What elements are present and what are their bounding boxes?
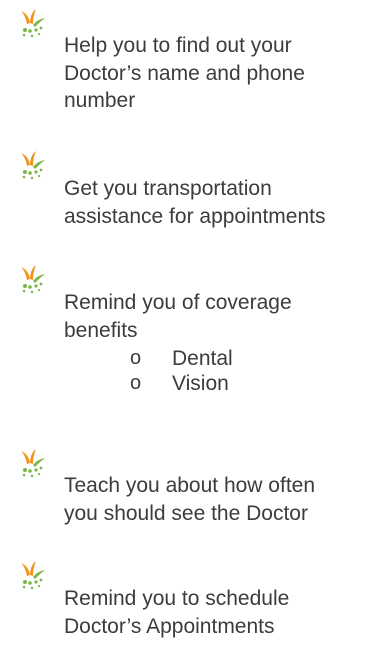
sublist-item-label: Vision <box>172 372 229 395</box>
bullet-line: Doctor’s Appointments <box>64 614 275 638</box>
circle-bullet-marker: o <box>130 372 142 394</box>
bullet-text: Help you to find out your Doctor’s name … <box>64 32 364 115</box>
bullet-line: benefits <box>64 318 138 342</box>
sublist-item-vision: o Vision <box>130 371 330 396</box>
starburst-bullet-icon <box>21 9 45 38</box>
bullet-text: Get you transportation assistance for ap… <box>64 175 364 230</box>
starburst-bullet-icon <box>21 265 45 294</box>
starburst-bullet-icon <box>21 561 45 590</box>
bullet-line: you should see the Doctor <box>64 501 308 525</box>
circle-bullet-marker: o <box>130 347 142 369</box>
starburst-bullet-icon <box>21 449 45 478</box>
bullet-line: Doctor’s name and phone <box>64 61 305 85</box>
sublist-item-dental: o Dental <box>130 346 330 371</box>
bullet-text: Teach you about how often you should see… <box>64 472 364 527</box>
sublist-item-label: Dental <box>172 347 233 370</box>
bullet-line: assistance for appointments <box>64 204 326 228</box>
bullet-line: Help you to find out your <box>64 34 292 57</box>
bullet-line: Get you transportation <box>64 177 272 200</box>
bullet-text: Remind you of coverage benefits <box>64 289 364 344</box>
starburst-bullet-icon <box>21 151 45 180</box>
bullet-line: Remind you to schedule <box>64 587 290 610</box>
coverage-sublist: o Dental o Vision <box>130 346 330 396</box>
bullet-line: Remind you of coverage <box>64 291 292 314</box>
bullet-line: Teach you about how often <box>64 474 316 497</box>
bullet-line: number <box>64 89 136 112</box>
bullet-text: Remind you to schedule Doctor’s Appointm… <box>64 585 364 640</box>
